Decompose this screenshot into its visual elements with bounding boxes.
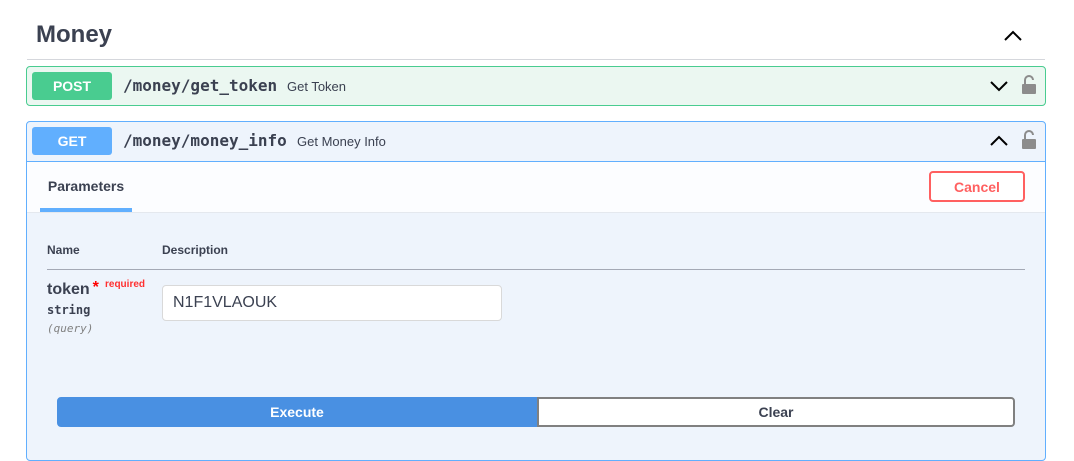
endpoint-summary: Get Money Info	[297, 134, 386, 149]
opblock-get-money-info: GET /money/money_info Get Money Info Par…	[26, 121, 1046, 461]
chevron-up-icon[interactable]	[989, 133, 1009, 149]
unlock-icon[interactable]	[1021, 130, 1037, 150]
table-divider	[47, 269, 1025, 270]
column-header-description: Description	[162, 243, 229, 257]
parameter-type: string	[47, 303, 91, 317]
parameter-name: token *	[47, 279, 99, 299]
chevron-up-icon[interactable]	[1001, 24, 1025, 48]
parameter-location: (query)	[47, 322, 94, 335]
parameter-name-text: token	[47, 281, 90, 298]
section-title: Money	[36, 21, 113, 48]
required-star: *	[92, 279, 99, 296]
opblock-summary[interactable]: POST /money/get_token Get Token	[27, 67, 1045, 105]
endpoint-path: /money/get_token	[123, 76, 278, 95]
method-badge: POST	[32, 72, 112, 100]
method-badge: GET	[32, 127, 112, 155]
execute-button[interactable]: Execute	[57, 397, 537, 427]
section-header[interactable]: Money	[27, 10, 1045, 60]
opblock-post-get-token: POST /money/get_token Get Token	[26, 66, 1046, 106]
tab-parameters[interactable]: Parameters	[40, 162, 132, 212]
unlock-icon[interactable]	[1021, 75, 1037, 95]
clear-button[interactable]: Clear	[537, 397, 1015, 427]
column-header-name: Name	[47, 243, 80, 257]
endpoint-path: /money/money_info	[123, 131, 287, 150]
token-input[interactable]	[162, 285, 502, 321]
endpoint-summary: Get Token	[287, 79, 347, 94]
opblock-summary[interactable]: GET /money/money_info Get Money Info	[27, 122, 1045, 162]
chevron-down-icon[interactable]	[989, 78, 1009, 94]
cancel-button[interactable]: Cancel	[929, 171, 1025, 202]
tab-bar: Parameters Cancel	[27, 162, 1045, 213]
required-label: required	[105, 279, 146, 290]
